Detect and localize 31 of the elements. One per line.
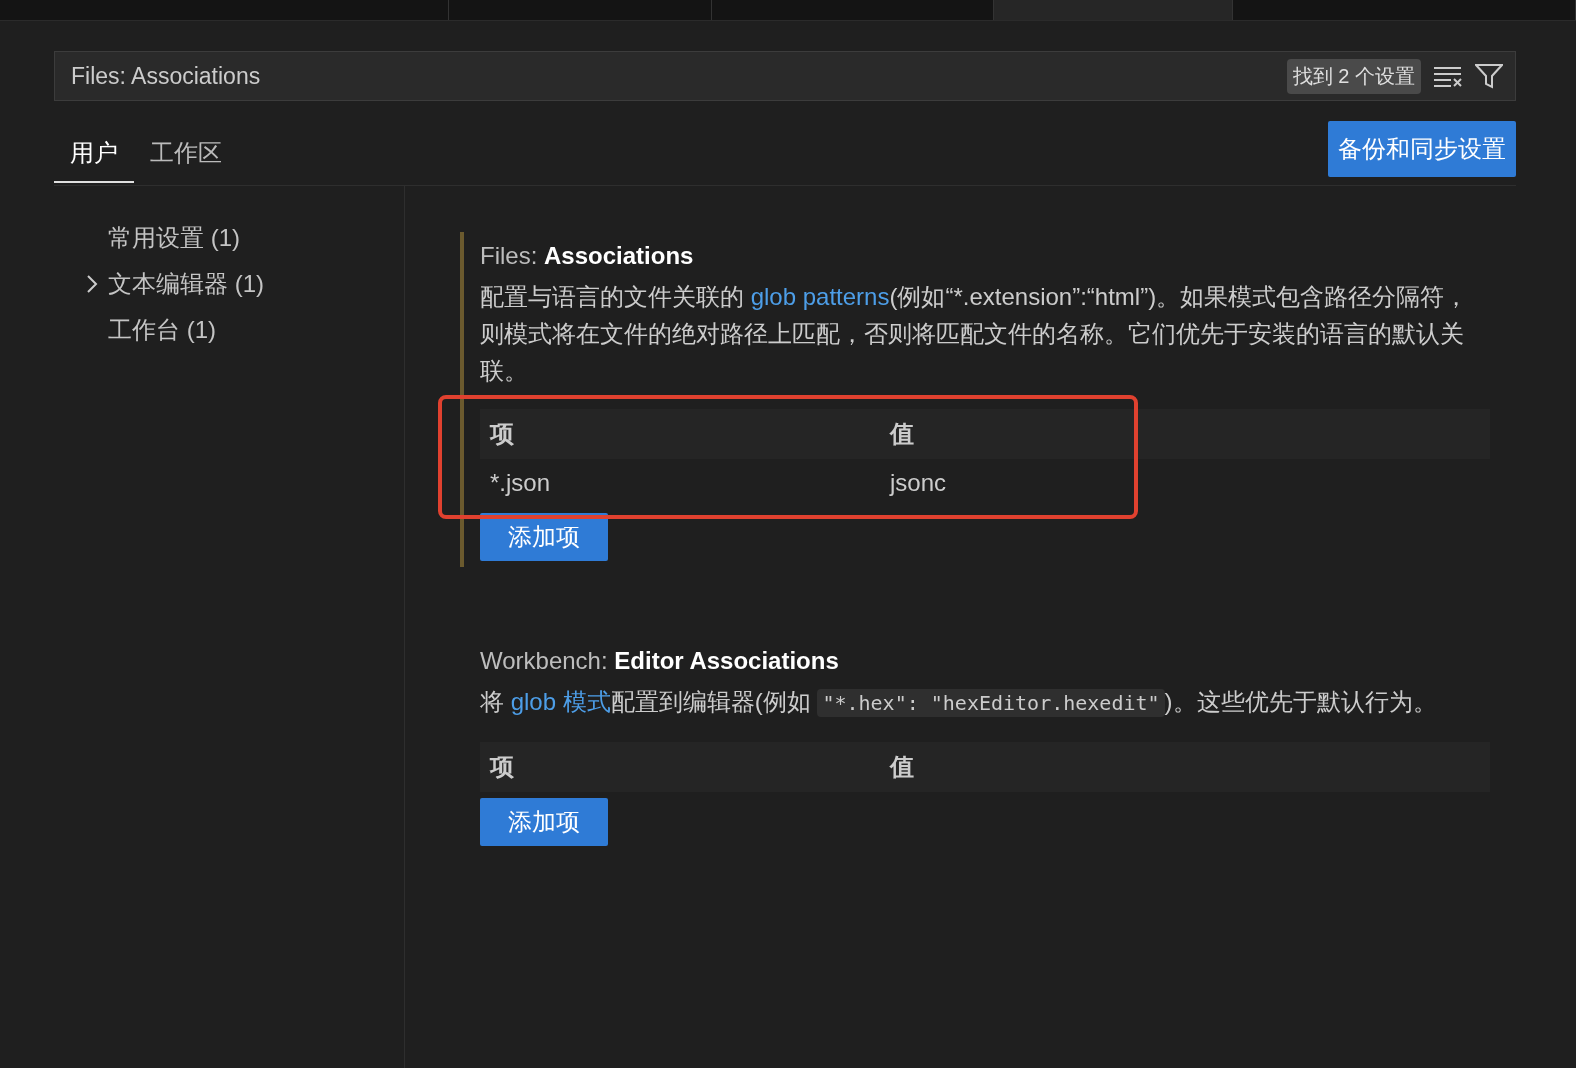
chevron-right-icon[interactable] bbox=[84, 273, 100, 295]
setting-title: Workbench: Editor Associations bbox=[480, 647, 840, 675]
scope-tab[interactable]: 工作区 bbox=[134, 123, 238, 183]
editor-tab[interactable] bbox=[449, 0, 712, 20]
editor-tab[interactable] bbox=[0, 0, 449, 20]
setting-description: 将 glob 模式配置到编辑器(例如 "*.hex": "hexEditor.hexedit" )。这些优先于默认行为。 bbox=[480, 687, 1438, 719]
link[interactable]: glob 模式 bbox=[510, 688, 611, 715]
filter-icon[interactable] bbox=[1475, 63, 1503, 89]
toc-item[interactable]: 常用设置 (1) bbox=[108, 222, 240, 254]
table-cell-text: jsonc bbox=[890, 469, 948, 497]
editor-tab[interactable] bbox=[1233, 0, 1576, 20]
column-header: 项 bbox=[490, 752, 515, 782]
setting-title: Files: Associations bbox=[480, 242, 695, 270]
add-item-button[interactable]: 添加项 bbox=[480, 798, 608, 846]
clear-filter-icon[interactable] bbox=[1433, 64, 1463, 88]
search-input[interactable]: Files: Associations bbox=[69, 61, 1275, 91]
scope-tab[interactable]: 用户 bbox=[54, 123, 134, 183]
search-field[interactable]: Files: Associations 找到 2 个设置 bbox=[54, 51, 1516, 101]
result-count: 找到 2 个设置 bbox=[1286, 58, 1421, 94]
setting-description: 配置与语言的文件关联的 glob patterns(例如“*.extension”:“html”)。如果模式包含路径分隔符，则模式将在文件的绝对路径上匹配，否则将匹配文件的名称。它们优先于安装的语言的默认关联。 bbox=[480, 282, 1470, 386]
table-cell-text: *.json bbox=[490, 469, 552, 497]
column-header: 值 bbox=[890, 752, 915, 782]
link[interactable]: glob patterns bbox=[750, 283, 890, 310]
toc-item[interactable]: 文本编辑器 (1) bbox=[108, 268, 264, 300]
add-item-button[interactable]: 添加项 bbox=[480, 513, 608, 561]
sync-settings-button[interactable]: 备份和同步设置 bbox=[1328, 121, 1516, 177]
editor-tab[interactable] bbox=[994, 0, 1233, 20]
editor-tab[interactable] bbox=[712, 0, 994, 20]
toc-item[interactable]: 工作台 (1) bbox=[108, 314, 216, 346]
column-header: 值 bbox=[890, 419, 915, 449]
column-header: 项 bbox=[490, 419, 515, 449]
